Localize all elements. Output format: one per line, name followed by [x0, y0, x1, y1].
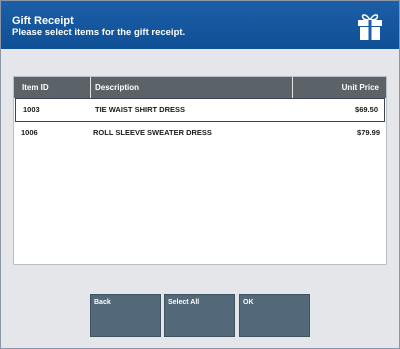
page-title: Gift Receipt	[12, 15, 74, 27]
item-id-cell: 1006	[21, 128, 38, 137]
description-cell: TIE WAIST SHIRT DRESS	[95, 105, 186, 114]
gift-receipt-window: Gift Receipt Please select items for the…	[0, 0, 400, 349]
column-header-description[interactable]: Description	[91, 77, 293, 98]
table-row[interactable]: 1006 ROLL SLEEVE SWEATER DRESS $79.99	[14, 122, 386, 146]
select-all-button[interactable]: Select All	[164, 294, 235, 337]
table-header: Item ID Description Unit Price	[14, 77, 386, 98]
items-table: Item ID Description Unit Price 1003 TIE …	[13, 76, 387, 265]
item-id-cell: 1003	[23, 105, 40, 114]
column-header-item-id[interactable]: Item ID	[14, 77, 91, 98]
page-subtitle: Please select items for the gift receipt…	[12, 27, 186, 38]
ok-button[interactable]: OK	[239, 294, 310, 337]
unit-price-cell: $69.50	[355, 105, 378, 114]
back-button[interactable]: Back	[90, 294, 161, 337]
gift-icon	[358, 14, 382, 40]
column-header-unit-price[interactable]: Unit Price	[293, 77, 386, 98]
unit-price-cell: $79.99	[357, 128, 380, 137]
table-row[interactable]: 1003 TIE WAIST SHIRT DRESS $69.50	[15, 98, 385, 122]
header-bar: Gift Receipt Please select items for the…	[1, 1, 399, 49]
description-cell: ROLL SLEEVE SWEATER DRESS	[93, 128, 212, 137]
